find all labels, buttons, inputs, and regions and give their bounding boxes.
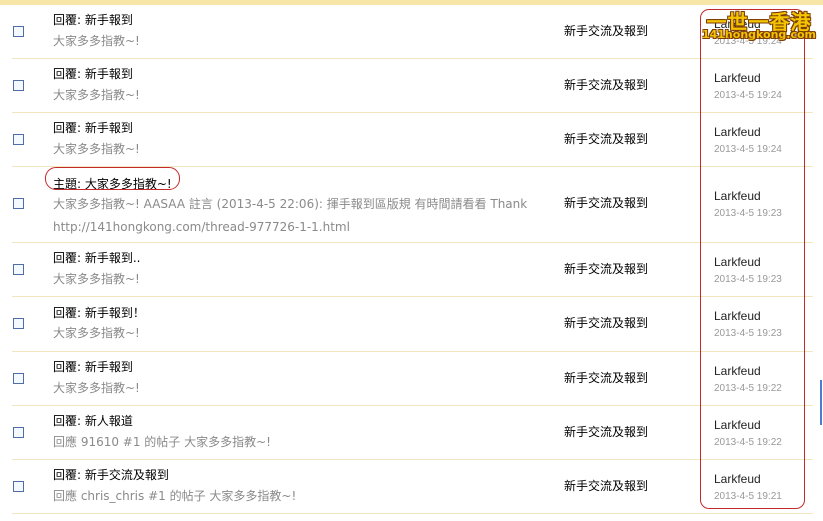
forum-link[interactable]: 新手交流及報到 bbox=[564, 371, 648, 385]
author-column-highlight-box bbox=[700, 9, 805, 509]
forum-link[interactable]: 新手交流及報到 bbox=[564, 479, 648, 493]
site-watermark-logo: 一世一香港 141hongkong.com bbox=[700, 6, 818, 46]
row-checkbox[interactable] bbox=[13, 481, 24, 492]
forum-link[interactable]: 新手交流及報到 bbox=[564, 196, 648, 210]
row-checkbox[interactable] bbox=[13, 373, 24, 384]
forum-link[interactable]: 新手交流及報到 bbox=[564, 132, 648, 146]
row-checkbox[interactable] bbox=[13, 80, 24, 91]
forum-link[interactable]: 新手交流及報到 bbox=[564, 425, 648, 439]
forum-link[interactable]: 新手交流及報到 bbox=[564, 262, 648, 276]
post-snippet: 大家多多指教~! AASAA 註言 (2013-4-5 22:06): 揮手報到… bbox=[53, 197, 528, 234]
row-divider bbox=[12, 513, 813, 514]
post-snippet: 大家多多指教~! bbox=[53, 88, 140, 102]
row-checkbox[interactable] bbox=[13, 264, 24, 275]
post-snippet: 大家多多指教~! bbox=[53, 326, 140, 340]
post-title-link[interactable]: 回覆: 新手交流及報到 bbox=[53, 468, 169, 482]
post-snippet: 大家多多指教~! bbox=[53, 34, 140, 48]
post-title-link[interactable]: 回覆: 新手報到 bbox=[53, 360, 133, 374]
post-snippet: 大家多多指教~! bbox=[53, 272, 140, 286]
post-snippet: 回應 chris_chris #1 的帖子 大家多多指教~! bbox=[53, 489, 297, 503]
row-checkbox[interactable] bbox=[13, 134, 24, 145]
post-title-link[interactable]: 回覆: 新手報到！ bbox=[53, 306, 145, 320]
post-title-link[interactable]: 回覆: 新手報到 bbox=[53, 121, 133, 135]
post-title-link[interactable]: 回覆: 新人報道 bbox=[53, 414, 133, 428]
row-checkbox[interactable] bbox=[13, 198, 24, 209]
watermark-url: 141hongkong.com bbox=[701, 28, 817, 41]
post-title-link[interactable]: 回覆: 新手報到 bbox=[53, 13, 133, 27]
post-snippet: 大家多多指教~! bbox=[53, 142, 140, 156]
scrollbar-thumb[interactable] bbox=[820, 380, 822, 425]
post-title-link[interactable]: 回覆: 新手報到 bbox=[53, 67, 133, 81]
row-checkbox[interactable] bbox=[13, 318, 24, 329]
forum-link[interactable]: 新手交流及報到 bbox=[564, 24, 648, 38]
row-checkbox[interactable] bbox=[13, 427, 24, 438]
post-title-link[interactable]: 回覆: 新手報到.. bbox=[53, 251, 141, 265]
forum-link[interactable]: 新手交流及報到 bbox=[564, 316, 648, 330]
row-checkbox[interactable] bbox=[13, 26, 24, 37]
topic-highlight-circle bbox=[45, 167, 180, 190]
forum-link[interactable]: 新手交流及報到 bbox=[564, 78, 648, 92]
post-snippet: 大家多多指教~! bbox=[53, 381, 140, 395]
post-snippet: 回應 91610 #1 的帖子 大家多多指教~! bbox=[53, 435, 271, 449]
